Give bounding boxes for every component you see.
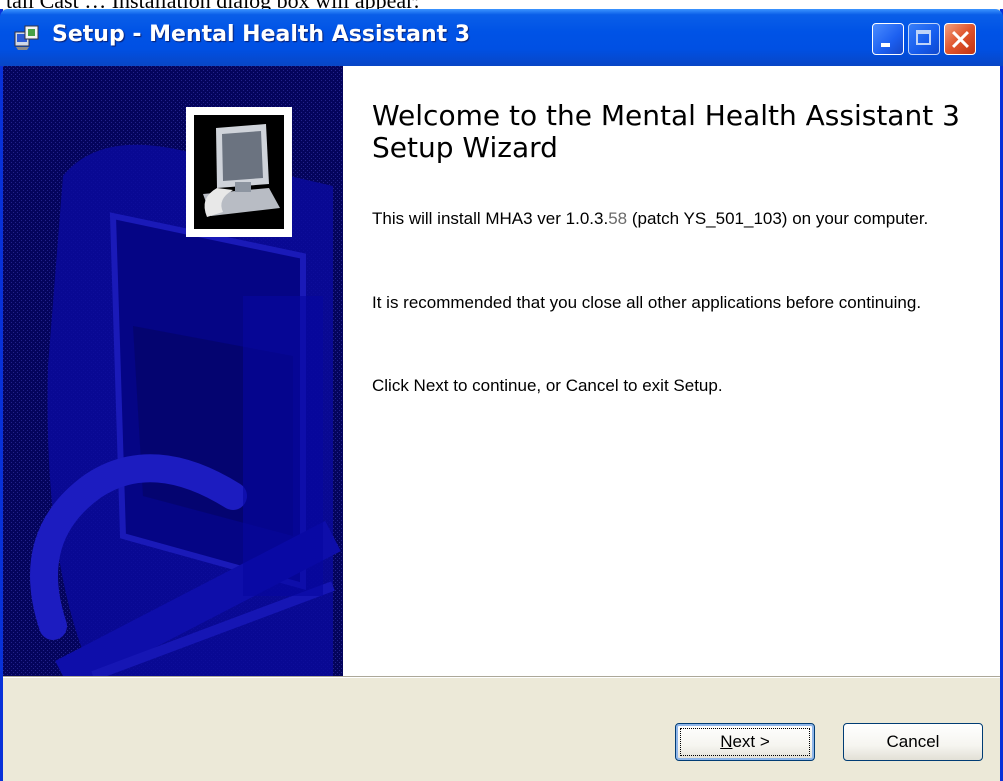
computer-install-icon [186,107,292,237]
setup-installer-icon [14,25,39,50]
next-button[interactable]: Next > [675,723,815,761]
close-button[interactable] [944,23,976,55]
maximize-button[interactable] [908,23,940,55]
title-bar[interactable]: Setup - Mental Health Assistant 3 [0,9,1003,66]
next-button-accelerator: N [720,732,733,751]
next-cancel-instruction: Click Next to continue, or Cancel to exi… [372,376,723,395]
window-title: Setup - Mental Health Assistant 3 [52,22,471,47]
cancel-button[interactable]: Cancel [843,723,983,761]
install-info-text-start: This will install MHA3 ver 1.0.3. [372,209,609,228]
welcome-heading: Welcome to the Mental Health Assistant 3… [372,99,960,164]
close-apps-recommendation: It is recommended that you close all oth… [372,293,922,312]
install-info-text-end: (patch YS_501_103) on your computer. [627,209,929,228]
next-button-label: ext > [732,732,770,751]
install-info-text: This will install MHA3 ver 1.0.3.58 (pat… [372,208,982,229]
setup-window: Setup - Mental Health Assistant 3 Welcom… [0,9,1003,781]
wizard-sidebar-image [3,66,343,676]
minimize-button[interactable] [872,23,904,55]
wizard-content-panel: Welcome to the Mental Health Assistant 3… [343,66,1000,676]
wizard-footer: Next > Cancel [3,678,1000,781]
version-build-number: 58 [608,209,628,228]
sidebar-graphic [3,66,343,676]
